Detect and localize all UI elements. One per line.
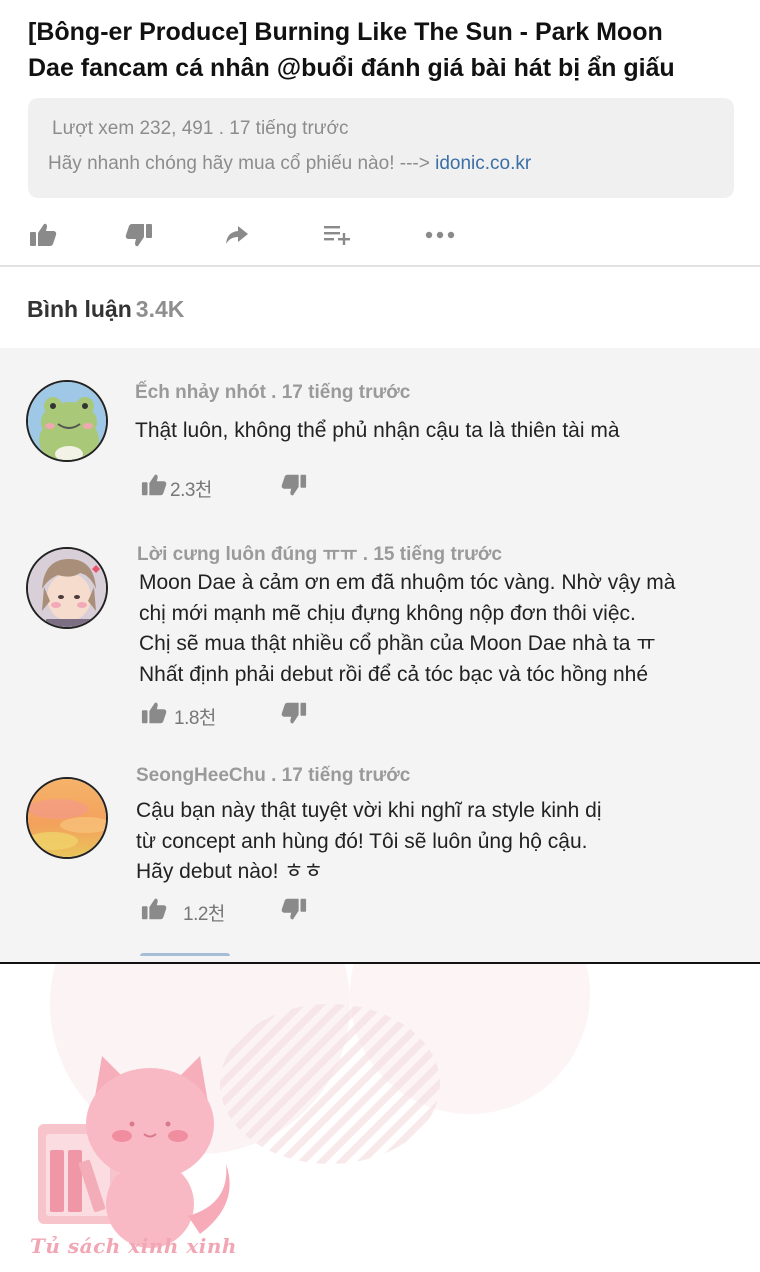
promo-text: Hãy nhanh chóng hãy mua cổ phiếu nào! --… [48,153,436,174]
dislike-button[interactable] [122,218,156,252]
comments-header[interactable]: Bình luận 3.4K [27,296,184,323]
comment-actions: 1.2천 [141,896,311,926]
video-title-line-1: [Bông-er Produce] Burning Like The Sun -… [28,18,663,46]
more-button[interactable] [423,218,457,252]
comment-body: Cậu bạn này thật tuyệt vời khi nghĩ ra s… [136,796,602,888]
view-count-and-time: Lượt xem 232, 491 . 17 tiếng trước [52,118,349,139]
comment-body: Thật luôn, không thể phủ nhận cậu ta là … [135,416,620,447]
like-icon [141,474,167,496]
watermark-area: Tủ sách xinh xinh [0,964,760,1272]
comment-like-button[interactable] [141,896,167,927]
comment-dislike-button[interactable] [281,472,307,503]
comment-actions: 2.3천 [141,472,311,502]
comments-panel: Ếch nhảy nhót . 17 tiếng trước Thật luôn… [0,348,760,963]
like-button[interactable] [26,218,60,252]
comments-label: Bình luận [27,296,132,322]
like-count: 1.8천 [174,708,216,729]
comment-actions: 1.8천 [141,700,311,730]
comment-line: Hãy debut nào! ㅎㅎ [136,860,323,883]
comment-author: Ếch nhảy nhót . 17 tiếng trước [135,382,411,403]
description-box[interactable]: Lượt xem 232, 491 . 17 tiếng trước Hãy n… [28,98,734,198]
add-to-playlist-button[interactable] [320,218,354,252]
more-icon [425,231,455,239]
like-icon [141,898,167,920]
dislike-icon [281,474,307,496]
comment-body: Moon Dae à cảm ơn em đã nhuộm tóc vàng. … [139,568,675,690]
share-button[interactable] [220,218,254,252]
comments-count: 3.4K [135,296,185,322]
promo-link[interactable]: idonic.co.kr [435,153,531,174]
video-title: [Bông-er Produce] Burning Like The Sun -… [28,14,728,86]
comment-line: từ concept anh hùng đó! Tôi sẽ luôn ủng … [136,829,588,853]
comment-like-button[interactable] [141,472,167,503]
like-count: 1.2천 [183,904,225,925]
comment-like-button[interactable] [141,700,167,731]
description-promo: Hãy nhanh chóng hãy mua cổ phiếu nào! --… [48,153,531,175]
comment-dislike-button[interactable] [281,700,307,731]
video-title-line-2: Dae fancam cá nhân @buổi đánh giá bài há… [28,54,675,82]
section-divider [0,265,760,267]
add-to-playlist-icon [324,226,350,245]
idol-avatar[interactable] [26,547,108,629]
pink-cat-bookshelf-logo [38,964,590,1248]
comment-author: Lời cưng luôn đúng ㅠㅠ . 15 tiếng trước [137,544,502,565]
frog-avatar[interactable] [26,380,108,462]
comment-dislike-button[interactable] [281,896,307,927]
comment-line: Nhất định phải debut rồi để cả tóc bạc v… [139,662,649,686]
dislike-icon [281,898,307,920]
comment-line: Thật luôn, không thể phủ nhận cậu ta là … [135,419,620,442]
comment-line: chị mới mạnh mẽ chịu đựng không nộp đơn … [139,601,636,625]
dislike-icon [125,224,152,247]
comment-line: Moon Dae à cảm ơn em đã nhuộm tóc vàng. … [139,571,676,594]
video-action-bar [0,212,760,256]
comment-line: Chị sẽ mua thật nhiều cổ phần của Moon D… [139,632,656,655]
dislike-icon [281,702,307,724]
like-count: 2.3천 [170,480,212,501]
like-icon [141,702,167,724]
sunset-avatar[interactable] [26,777,108,859]
comment-line: Cậu bạn này thật tuyệt vời khi nghĩ ra s… [136,799,602,822]
like-icon [30,223,57,246]
comment-author: SeongHeeChu . 17 tiếng trước [136,765,411,786]
share-icon [226,226,248,244]
watermark-text: Tủ sách xinh xinh [30,1234,237,1258]
